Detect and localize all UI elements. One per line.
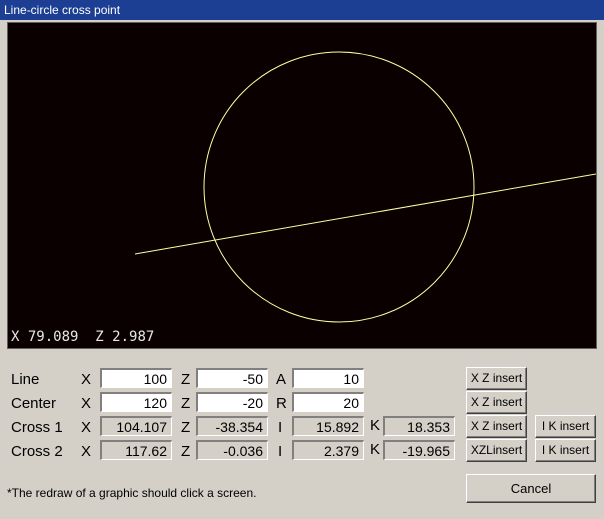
center-r-caption: R xyxy=(276,395,287,412)
ik-insert-cross2-button[interactable]: I K insert xyxy=(535,439,596,462)
cross1-i-value: 15.892 xyxy=(292,416,364,436)
xz-insert-center-button[interactable]: X Z insert xyxy=(466,391,527,414)
cross1-z-value: -38.354 xyxy=(196,416,268,436)
line-a-caption: A xyxy=(276,371,287,388)
center-x-field[interactable]: 120 xyxy=(100,392,172,412)
cross2-i-caption: I xyxy=(278,443,283,460)
line-z-field[interactable]: -50 xyxy=(196,368,268,388)
title-bar: Line-circle cross point xyxy=(0,0,604,20)
graphic-svg xyxy=(134,51,596,323)
coord-z: Z 2.987 xyxy=(95,329,155,345)
graphic-canvas[interactable]: X 79.089 Z 2.987 xyxy=(7,22,597,349)
line-x-field[interactable]: 100 xyxy=(100,368,172,388)
cross1-z-caption: Z xyxy=(181,419,191,436)
xzl-insert-cross2-button[interactable]: XZLinsert xyxy=(466,439,527,462)
ik-insert-cross1-button[interactable]: I K insert xyxy=(535,415,596,438)
center-z-field[interactable]: -20 xyxy=(196,392,268,412)
cross1-k-value: 18.353 xyxy=(383,416,455,436)
cross2-z-caption: Z xyxy=(181,443,191,460)
circle-shape xyxy=(203,51,475,323)
center-x-caption: X xyxy=(81,395,92,412)
xz-insert-line-button[interactable]: X Z insert xyxy=(466,367,527,390)
cross1-label: Cross 1 xyxy=(11,419,63,436)
line-x-caption: X xyxy=(81,371,92,388)
cross1-x-value: 104.107 xyxy=(100,416,172,436)
cross2-x-caption: X xyxy=(81,443,92,460)
cross2-label: Cross 2 xyxy=(11,443,63,460)
line-z-caption: Z xyxy=(181,371,191,388)
line-a-field[interactable]: 10 xyxy=(292,368,364,388)
redraw-note: *The redraw of a graphic should click a … xyxy=(7,486,257,500)
center-label: Center xyxy=(11,395,57,412)
cross2-i-value: 2.379 xyxy=(292,440,364,460)
center-r-field[interactable]: 20 xyxy=(292,392,364,412)
line-label: Line xyxy=(11,371,40,388)
window-title: Line-circle cross point xyxy=(4,3,121,17)
cross1-x-caption: X xyxy=(81,419,92,436)
cross2-z-value: -0.036 xyxy=(196,440,268,460)
cross1-i-caption: I xyxy=(278,419,283,436)
cross2-k-value: -19.965 xyxy=(383,440,455,460)
xz-insert-cross1-button[interactable]: X Z insert xyxy=(466,415,527,438)
cross2-x-value: 117.62 xyxy=(100,440,172,460)
cancel-button[interactable]: Cancel xyxy=(466,474,596,503)
cross2-k-caption: K xyxy=(370,441,381,458)
cross1-k-caption: K xyxy=(370,417,381,434)
center-z-caption: Z xyxy=(181,395,191,412)
coord-x: X 79.089 xyxy=(11,329,79,345)
cursor-coordinates: X 79.089 Z 2.987 xyxy=(11,329,154,345)
